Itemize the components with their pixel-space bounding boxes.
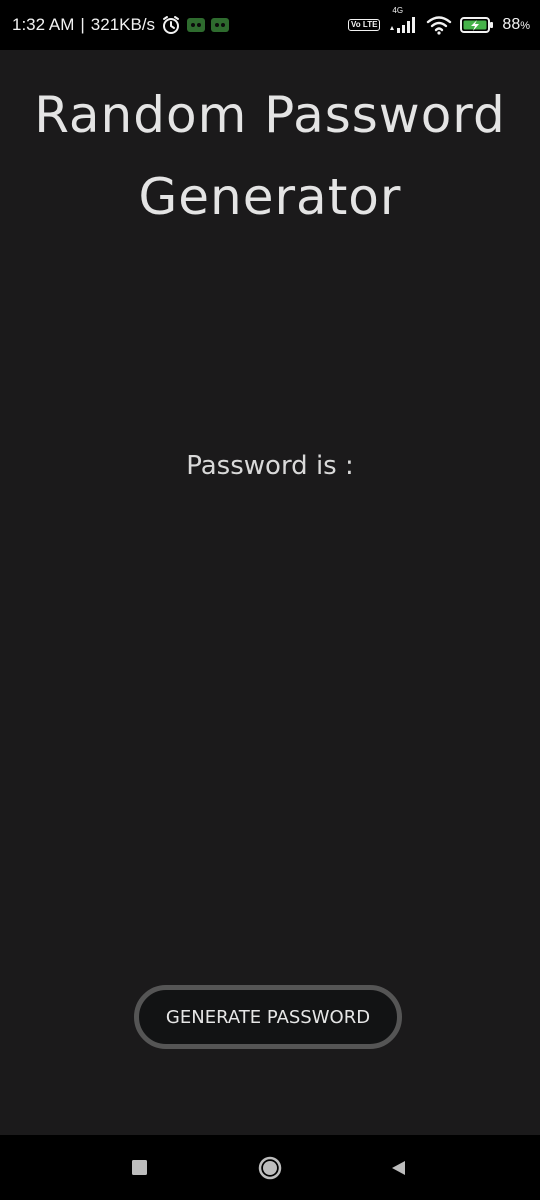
battery-percent: 88% [502, 16, 530, 34]
home-icon[interactable] [230, 1135, 310, 1200]
generate-password-button[interactable]: GENERATE PASSWORD [134, 985, 402, 1049]
wifi-icon [426, 15, 452, 35]
app-notification-icon [211, 18, 230, 32]
status-bar: 1:32 AM | 321KB/s Vo LTE 4G 88% [0, 0, 540, 50]
signal-icon: 4G [388, 6, 418, 34]
status-time: 1:32 AM [12, 15, 75, 34]
battery-percent-unit: % [520, 20, 530, 32]
title-line-1: Random Password [34, 86, 506, 144]
recents-icon[interactable] [100, 1135, 180, 1200]
status-separator: | [80, 15, 85, 34]
battery-percent-value: 88 [502, 16, 521, 33]
navigation-bar [0, 1135, 540, 1200]
app-screen: 1:32 AM | 321KB/s Vo LTE 4G 88% Random P… [0, 0, 540, 1200]
app-notification-icon [187, 18, 206, 32]
back-icon[interactable] [358, 1135, 438, 1200]
title-line-2: Generator [138, 168, 402, 226]
volte-icon: Vo LTE [348, 19, 381, 31]
network-speed: 321KB/s [90, 15, 156, 34]
alarm-icon [161, 15, 181, 35]
battery-charging-icon [460, 16, 494, 34]
status-left: 1:32 AM | 321KB/s [12, 0, 230, 50]
password-output-label: Password is : [186, 451, 354, 481]
status-right: Vo LTE 4G 88% [348, 0, 530, 50]
page-title: Random Password Generator [0, 74, 540, 238]
network-type-label: 4G [392, 6, 404, 15]
